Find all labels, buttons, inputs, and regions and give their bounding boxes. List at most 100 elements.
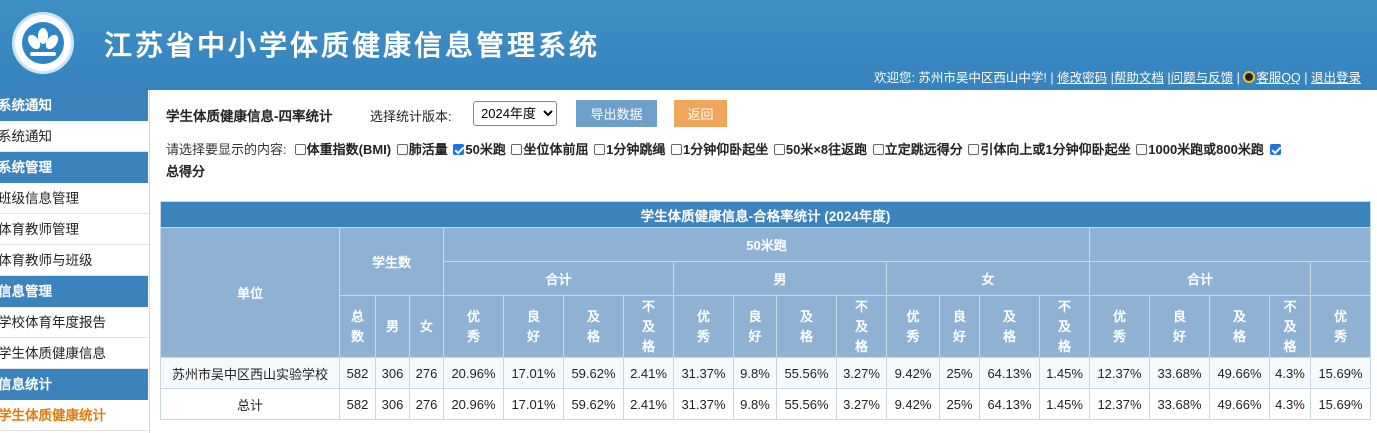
- male-count-cell: 306: [375, 357, 410, 389]
- group-header-male: 男: [673, 261, 887, 296]
- feedback-link[interactable]: 问题与反馈: [1171, 71, 1234, 85]
- sidebar-group-info-admin[interactable]: 信息管理: [0, 276, 148, 307]
- section-header: 50米跑: [443, 227, 1090, 262]
- total-count-cell: 582: [339, 357, 376, 389]
- grade-header: 良好: [503, 295, 564, 358]
- rate-cell: 9.42%: [886, 388, 940, 420]
- sidebar-item-student-health-info[interactable]: 学生体质健康信息: [0, 338, 149, 369]
- checkbox-checked[interactable]: [453, 144, 465, 155]
- rate-cell: 64.13%: [979, 357, 1040, 389]
- checkbox[interactable]: [511, 144, 523, 155]
- rate-cell: 17.01%: [503, 388, 564, 420]
- option-label: 引体向上或1分钟仰卧起坐: [980, 142, 1131, 157]
- rate-cell: 3.27%: [836, 357, 887, 389]
- rate-cell: 4.3%: [1269, 357, 1311, 389]
- option-label: 体重指数(BMI): [306, 142, 392, 157]
- option-sit-ups[interactable]: 1分钟仰卧起坐: [670, 142, 768, 157]
- rate-cell: 3.27%: [836, 388, 887, 420]
- section-header-next: [1089, 227, 1371, 262]
- total-count-cell: 582: [339, 388, 376, 420]
- option-label: 总得分: [166, 164, 206, 179]
- checkbox-checked[interactable]: [1269, 144, 1281, 155]
- page-title: 学生体质健康信息-四率统计: [166, 109, 333, 124]
- export-data-button[interactable]: 导出数据: [576, 100, 657, 127]
- rate-cell: 15.69%: [1310, 357, 1371, 389]
- rate-cell: 1.45%: [1039, 357, 1090, 389]
- group-header-total-2: 合计: [1089, 261, 1311, 296]
- option-label: 1分钟跳绳: [606, 142, 666, 157]
- table-row: 总计 582 306 276 20.96% 17.01% 59.62% 2.41% 31.37%…: [160, 388, 1371, 420]
- grade-header: 良好: [733, 295, 777, 358]
- checkbox[interactable]: [294, 144, 306, 155]
- option-bmi[interactable]: 体重指数(BMI): [294, 142, 392, 157]
- version-select[interactable]: 2024年度: [473, 101, 557, 126]
- unit-header: 单位: [160, 227, 340, 358]
- grade-header: 及格: [1209, 295, 1270, 358]
- female-count-cell: 276: [409, 357, 444, 389]
- option-pull-ups[interactable]: 引体向上或1分钟仰卧起坐: [968, 142, 1131, 157]
- sidebar-item-pe-teachers[interactable]: 体育教师管理: [0, 214, 149, 245]
- rate-cell: 20.96%: [443, 357, 504, 389]
- sidebar-item-system-notices[interactable]: 系统通知: [0, 121, 149, 152]
- sidebar-item-health-statistics[interactable]: 学生体质健康统计: [0, 400, 149, 431]
- qq-penguin-icon: [1243, 71, 1256, 83]
- grade-header: 及格: [776, 295, 837, 358]
- option-shuttle-run[interactable]: 50米×8往返跑: [773, 142, 867, 157]
- rate-cell: 9.42%: [886, 357, 940, 389]
- app-header: 江苏省中小学体质健康信息管理系统 欢迎您: 苏州市吴中区西山中学! | 修改密码…: [0, 0, 1377, 90]
- checkbox[interactable]: [594, 144, 606, 155]
- grade-header: 优秀: [1310, 295, 1371, 358]
- option-sit-reach[interactable]: 坐位体前屈: [511, 142, 589, 157]
- back-button[interactable]: 返回: [674, 100, 727, 127]
- checkbox[interactable]: [396, 144, 408, 155]
- option-vital-capacity[interactable]: 肺活量: [396, 142, 448, 157]
- sidebar-item-class-info[interactable]: 班级信息管理: [0, 183, 149, 214]
- sidebar-item-annual-report[interactable]: 学校体育年度报告: [0, 307, 149, 338]
- change-password-link[interactable]: 修改密码: [1057, 71, 1107, 85]
- grade-header: 不及格: [1039, 295, 1090, 358]
- count-subheader: 男: [375, 295, 410, 358]
- rate-cell: 15.69%: [1310, 388, 1371, 420]
- option-50m-run[interactable]: 50米跑: [453, 142, 506, 157]
- user-bar: 欢迎您: 苏州市吴中区西山中学! | 修改密码 |帮助文档 |问题与反馈 | 客…: [873, 71, 1361, 85]
- checkbox[interactable]: [1136, 144, 1148, 155]
- checkbox[interactable]: [872, 144, 884, 155]
- rate-cell: 64.13%: [979, 388, 1040, 420]
- rate-cell: 49.66%: [1209, 388, 1270, 420]
- rate-cell: 12.37%: [1089, 357, 1150, 389]
- sidebar-group-notices[interactable]: 系统通知: [0, 90, 148, 121]
- support-qq-link[interactable]: 客服QQ: [1256, 71, 1300, 85]
- count-subheader: 总数: [339, 295, 376, 358]
- rate-cell: 33.68%: [1149, 357, 1210, 389]
- option-rope-skip[interactable]: 1分钟跳绳: [594, 142, 665, 157]
- grade-header: 及格: [979, 295, 1040, 358]
- checkbox[interactable]: [968, 144, 980, 155]
- logout-link[interactable]: 退出登录: [1311, 71, 1361, 85]
- checkbox[interactable]: [670, 144, 682, 155]
- group-header-total: 合计: [443, 261, 674, 296]
- sidebar-item-teacher-class[interactable]: 体育教师与班级: [0, 245, 149, 276]
- option-long-jump[interactable]: 立定跳远得分: [872, 142, 963, 157]
- sidebar-group-system-admin[interactable]: 系统管理: [0, 152, 148, 183]
- main-content: 学生体质健康信息-四率统计 选择统计版本: 2024年度 导出数据 返回 请选择…: [160, 90, 1377, 433]
- rate-cell: 25%: [939, 357, 980, 389]
- rate-cell: 31.37%: [673, 388, 734, 420]
- option-label: 坐位体前屈: [523, 142, 589, 157]
- option-endurance-run[interactable]: 1000米跑或800米跑: [1136, 142, 1264, 157]
- grade-header: 优秀: [886, 295, 940, 358]
- group-header-female: 女: [886, 261, 1090, 296]
- rate-cell: 49.66%: [1209, 357, 1270, 389]
- sidebar-group-statistics[interactable]: 信息统计: [0, 369, 148, 400]
- help-docs-link[interactable]: 帮助文档: [1114, 71, 1164, 85]
- rate-cell: 12.37%: [1089, 388, 1150, 420]
- grade-header: 不及格: [623, 295, 674, 358]
- sub-header-row: 总数男女优秀良好及格不及格优秀良好及格不及格优秀良好及格不及格优秀良好及格不及格…: [161, 295, 1371, 358]
- option-label: 1000米跑或800米跑: [1148, 142, 1264, 157]
- checkbox[interactable]: [773, 144, 785, 155]
- version-label: 选择统计版本:: [370, 109, 452, 124]
- display-options: 请选择要显示的内容: 体重指数(BMI) 肺活量 50米跑 坐位体前屈 1分钟跳绳…: [166, 139, 1377, 183]
- group-header-partial: [1310, 261, 1371, 296]
- rate-cell: 17.01%: [503, 357, 564, 389]
- rate-cell: 55.56%: [776, 357, 837, 389]
- grade-header: 优秀: [673, 295, 734, 358]
